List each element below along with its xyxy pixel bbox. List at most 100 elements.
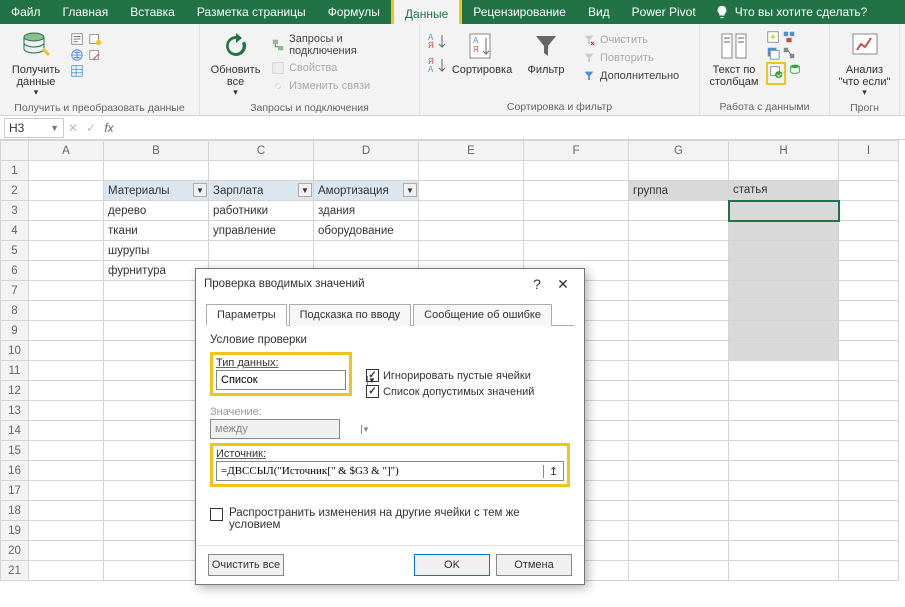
cell-G7[interactable] bbox=[629, 281, 729, 301]
cell-G1[interactable] bbox=[629, 161, 729, 181]
incell-dropdown-checkbox[interactable]: ✓ Список допустимых значений bbox=[366, 385, 534, 398]
row-header-15[interactable]: 15 bbox=[1, 441, 29, 461]
cell-F1[interactable] bbox=[524, 161, 629, 181]
row-header-1[interactable]: 1 bbox=[1, 161, 29, 181]
cell-I16[interactable] bbox=[839, 461, 899, 481]
from-table-icon[interactable] bbox=[70, 64, 84, 78]
cell-F2[interactable] bbox=[524, 181, 629, 201]
cell-A12[interactable] bbox=[29, 381, 104, 401]
cell-H4[interactable] bbox=[729, 221, 839, 241]
cell-A20[interactable] bbox=[29, 541, 104, 561]
ok-button[interactable]: OK bbox=[414, 554, 490, 576]
cell-I10[interactable] bbox=[839, 341, 899, 361]
cell-A9[interactable] bbox=[29, 321, 104, 341]
cell-A2[interactable] bbox=[29, 181, 104, 201]
cell-G19[interactable] bbox=[629, 521, 729, 541]
col-header-F[interactable]: F bbox=[524, 141, 629, 161]
cell-I8[interactable] bbox=[839, 301, 899, 321]
cell-I3[interactable] bbox=[839, 201, 899, 221]
data-model-icon[interactable] bbox=[788, 62, 802, 76]
row-header-4[interactable]: 4 bbox=[1, 221, 29, 241]
tab-params[interactable]: Параметры bbox=[206, 304, 287, 326]
queries-conns-button[interactable]: Запросы и подключения bbox=[269, 32, 413, 58]
source-input[interactable] bbox=[217, 465, 543, 477]
cell-H20[interactable] bbox=[729, 541, 839, 561]
cell-H6[interactable] bbox=[729, 261, 839, 281]
cell-A19[interactable] bbox=[29, 521, 104, 541]
advanced-filter-button[interactable]: Дополнительно bbox=[580, 68, 681, 84]
sort-button[interactable]: АЯ Сортировка bbox=[452, 28, 512, 78]
row-header-17[interactable]: 17 bbox=[1, 481, 29, 501]
cell-A5[interactable] bbox=[29, 241, 104, 261]
cell-G13[interactable] bbox=[629, 401, 729, 421]
cell-I13[interactable] bbox=[839, 401, 899, 421]
row-header-7[interactable]: 7 bbox=[1, 281, 29, 301]
cell-B18[interactable] bbox=[104, 501, 209, 521]
cell-G8[interactable] bbox=[629, 301, 729, 321]
cell-C3[interactable]: работники bbox=[209, 201, 314, 221]
cell-I9[interactable] bbox=[839, 321, 899, 341]
col-header-H[interactable]: H bbox=[729, 141, 839, 161]
row-header-14[interactable]: 14 bbox=[1, 421, 29, 441]
cell-B20[interactable] bbox=[104, 541, 209, 561]
cell-A17[interactable] bbox=[29, 481, 104, 501]
cell-B7[interactable] bbox=[104, 281, 209, 301]
row-header-13[interactable]: 13 bbox=[1, 401, 29, 421]
cell-D2[interactable]: Амортизация▼ bbox=[314, 181, 419, 201]
refresh-all-button[interactable]: Обновить все▾ bbox=[206, 28, 265, 100]
row-header-11[interactable]: 11 bbox=[1, 361, 29, 381]
cell-B10[interactable] bbox=[104, 341, 209, 361]
cell-C2[interactable]: Зарплата▼ bbox=[209, 181, 314, 201]
cell-H21[interactable] bbox=[729, 561, 839, 581]
tab-file[interactable]: Файл bbox=[0, 0, 52, 24]
cancel-button[interactable]: Отмена bbox=[496, 554, 572, 576]
cell-F5[interactable] bbox=[524, 241, 629, 261]
sort-za-icon[interactable]: ЯА bbox=[426, 56, 448, 74]
col-header-G[interactable]: G bbox=[629, 141, 729, 161]
row-header-2[interactable]: 2 bbox=[1, 181, 29, 201]
cell-G4[interactable] bbox=[629, 221, 729, 241]
cell-A13[interactable] bbox=[29, 401, 104, 421]
chevron-down-icon[interactable]: ▼ bbox=[50, 123, 59, 133]
relationships-icon[interactable] bbox=[782, 46, 796, 60]
cell-G6[interactable] bbox=[629, 261, 729, 281]
cell-G2[interactable]: группа bbox=[629, 181, 729, 201]
select-all-corner[interactable] bbox=[1, 141, 29, 161]
cell-B13[interactable] bbox=[104, 401, 209, 421]
flash-fill-icon[interactable] bbox=[766, 30, 780, 44]
cell-I14[interactable] bbox=[839, 421, 899, 441]
cell-H18[interactable] bbox=[729, 501, 839, 521]
cell-A16[interactable] bbox=[29, 461, 104, 481]
cell-F4[interactable] bbox=[524, 221, 629, 241]
clear-all-button[interactable]: Очистить все bbox=[208, 554, 284, 576]
cell-I7[interactable] bbox=[839, 281, 899, 301]
cell-H3[interactable] bbox=[729, 201, 839, 221]
cell-H19[interactable] bbox=[729, 521, 839, 541]
cell-B4[interactable]: ткани bbox=[104, 221, 209, 241]
remove-dups-icon[interactable] bbox=[766, 46, 780, 60]
cell-H1[interactable] bbox=[729, 161, 839, 181]
cell-H17[interactable] bbox=[729, 481, 839, 501]
text-to-columns-button[interactable]: Текст по столбцам bbox=[706, 28, 762, 90]
cell-I21[interactable] bbox=[839, 561, 899, 581]
cell-A8[interactable] bbox=[29, 301, 104, 321]
cell-E4[interactable] bbox=[419, 221, 524, 241]
from-web-icon[interactable] bbox=[70, 48, 84, 62]
cell-B15[interactable] bbox=[104, 441, 209, 461]
row-header-3[interactable]: 3 bbox=[1, 201, 29, 221]
cell-G14[interactable] bbox=[629, 421, 729, 441]
cell-A1[interactable] bbox=[29, 161, 104, 181]
filter-arrow-icon[interactable]: ▼ bbox=[298, 183, 312, 197]
col-header-B[interactable]: B bbox=[104, 141, 209, 161]
row-header-16[interactable]: 16 bbox=[1, 461, 29, 481]
col-header-E[interactable]: E bbox=[419, 141, 524, 161]
row-header-18[interactable]: 18 bbox=[1, 501, 29, 521]
cell-H10[interactable] bbox=[729, 341, 839, 361]
help-icon[interactable]: ? bbox=[524, 276, 550, 292]
cell-G9[interactable] bbox=[629, 321, 729, 341]
filter-arrow-icon[interactable]: ▼ bbox=[403, 183, 417, 197]
cell-B1[interactable] bbox=[104, 161, 209, 181]
tab-view[interactable]: Вид bbox=[577, 0, 621, 24]
formula-input[interactable] bbox=[118, 118, 905, 138]
ignore-blank-checkbox[interactable]: ✓ Игнорировать пустые ячейки bbox=[366, 369, 534, 382]
